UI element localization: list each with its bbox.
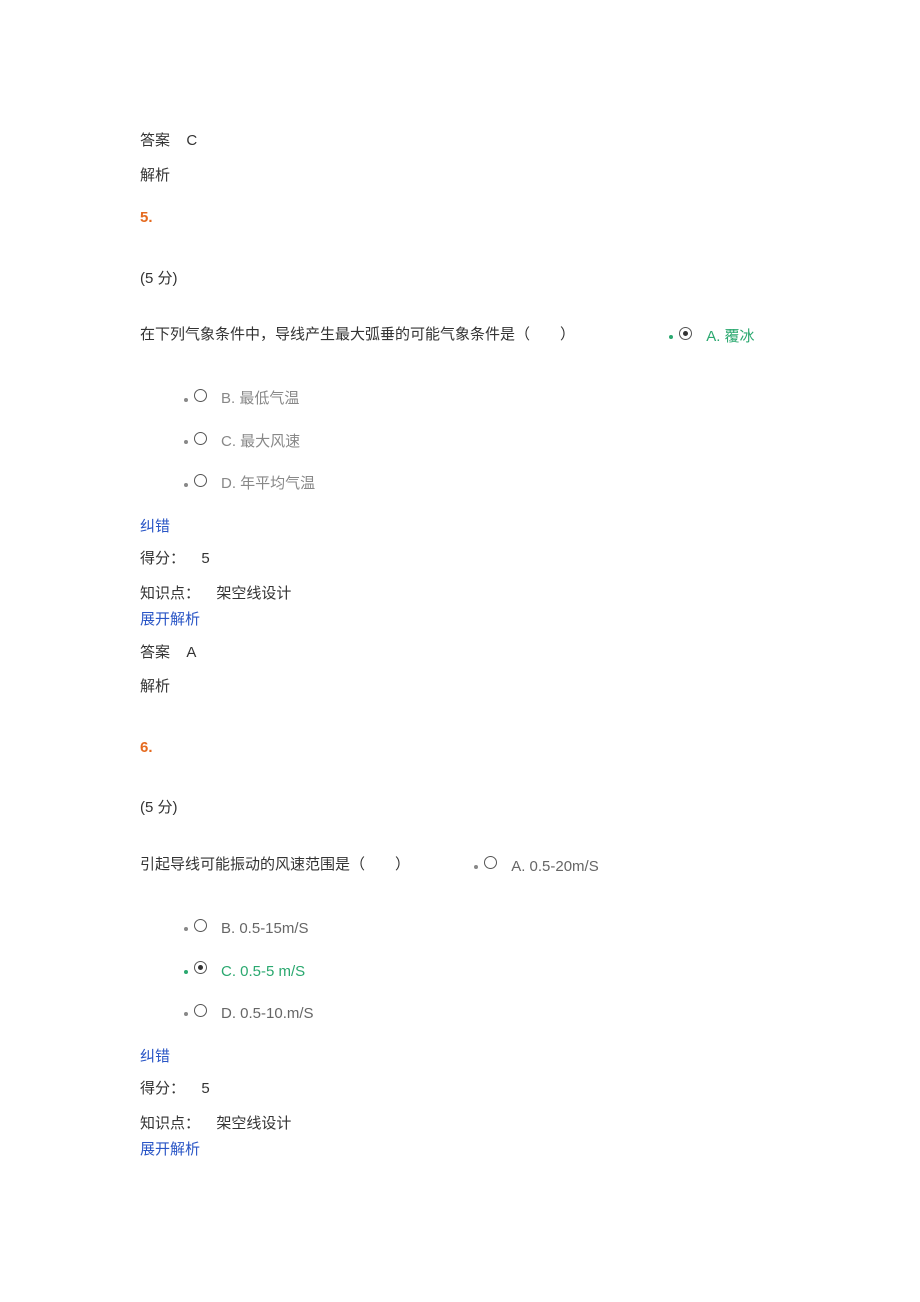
quiz-page: 答案 C 解析 5. (5 分) 在下列气象条件中，导线产生最大弧垂的可能气象条… (0, 0, 920, 1292)
q5-score-value: 5 (201, 550, 209, 567)
q6-option-C-label: C. 0.5-5 m/S (221, 961, 305, 984)
bullet-icon (184, 927, 188, 931)
q5-option-A-label: A. 覆冰 (706, 326, 754, 349)
q6-score-value: 5 (201, 1080, 209, 1097)
q6-option-D-label: D. 0.5-10.m/S (221, 1003, 314, 1026)
q6-kp-row: 知识点： 架空线设计 (140, 1113, 780, 1136)
bullet-icon (184, 1012, 188, 1016)
radio-icon (194, 432, 207, 445)
q6-option-A-label: A. 0.5-20m/S (511, 856, 599, 879)
q6-option-C[interactable]: C. 0.5-5 m/S (184, 961, 780, 984)
q6-option-B-label: B. 0.5-15m/S (221, 918, 309, 941)
score-label: 得分： (140, 550, 185, 567)
radio-icon (194, 919, 207, 932)
q5-kp-value: 架空线设计 (216, 585, 291, 602)
question-number-6: 6. (140, 737, 780, 760)
explain-label: 解析 (140, 678, 170, 695)
q6-stem: 引起导线可能振动的风速范围是（ ） (140, 856, 410, 873)
q5-option-D-label: D. 年平均气温 (221, 473, 315, 496)
radio-icon (679, 327, 692, 340)
q6-kp-value: 架空线设计 (216, 1115, 291, 1132)
radio-icon (194, 474, 207, 487)
bullet-icon (474, 865, 478, 869)
radio-icon (194, 1004, 207, 1017)
bullet-icon (184, 483, 188, 487)
prev-answer-row: 答案 C (140, 130, 780, 153)
prev-explain-row: 解析 (140, 165, 780, 188)
q5-option-A[interactable]: A. 覆冰 (669, 326, 754, 349)
question-points-5: (5 分) (140, 268, 780, 291)
q5-expand-link[interactable]: 展开解析 (140, 609, 780, 632)
q6-correction-link[interactable]: 纠错 (140, 1046, 780, 1069)
radio-icon (194, 389, 207, 402)
prev-answer-value: C (186, 132, 197, 149)
answer-label: 答案 (140, 644, 170, 661)
q5-stem-line: 在下列气象条件中，导线产生最大弧垂的可能气象条件是（ ） A. 覆冰 (140, 324, 780, 368)
q5-option-C-label: C. 最大风速 (221, 431, 300, 454)
q5-answer-value: A (186, 644, 196, 661)
q6-score-row: 得分： 5 (140, 1078, 780, 1101)
q5-score-row: 得分： 5 (140, 548, 780, 571)
q5-correction-link[interactable]: 纠错 (140, 516, 780, 539)
answer-label: 答案 (140, 132, 170, 149)
q6-option-A[interactable]: A. 0.5-20m/S (474, 856, 599, 879)
kp-label: 知识点： (140, 1115, 200, 1132)
q5-explain-row: 解析 (140, 676, 780, 699)
q5-stem: 在下列气象条件中，导线产生最大弧垂的可能气象条件是（ ） (140, 326, 575, 343)
question-points-6: (5 分) (140, 797, 780, 820)
q5-kp-row: 知识点： 架空线设计 (140, 583, 780, 606)
bullet-icon (184, 398, 188, 402)
bullet-icon (669, 335, 673, 339)
q6-option-D[interactable]: D. 0.5-10.m/S (184, 1003, 780, 1026)
bullet-icon (184, 970, 188, 974)
q6-option-list: B. 0.5-15m/S C. 0.5-5 m/S D. 0.5-10.m/S (184, 918, 780, 1026)
q5-answer-row: 答案 A (140, 642, 780, 665)
q6-option-B[interactable]: B. 0.5-15m/S (184, 918, 780, 941)
q6-expand-link[interactable]: 展开解析 (140, 1139, 780, 1162)
question-number-5: 5. (140, 207, 780, 230)
q5-option-C[interactable]: C. 最大风速 (184, 431, 780, 454)
radio-icon (484, 856, 497, 869)
q5-option-D[interactable]: D. 年平均气温 (184, 473, 780, 496)
score-label: 得分： (140, 1080, 185, 1097)
q5-option-B-label: B. 最低气温 (221, 388, 299, 411)
bullet-icon (184, 440, 188, 444)
radio-icon (194, 961, 207, 974)
q6-stem-line: 引起导线可能振动的风速范围是（ ） A. 0.5-20m/S (140, 854, 780, 898)
q5-option-B[interactable]: B. 最低气温 (184, 388, 780, 411)
explain-label: 解析 (140, 167, 170, 184)
q5-option-list: B. 最低气温 C. 最大风速 D. 年平均气温 (184, 388, 780, 496)
kp-label: 知识点： (140, 585, 200, 602)
